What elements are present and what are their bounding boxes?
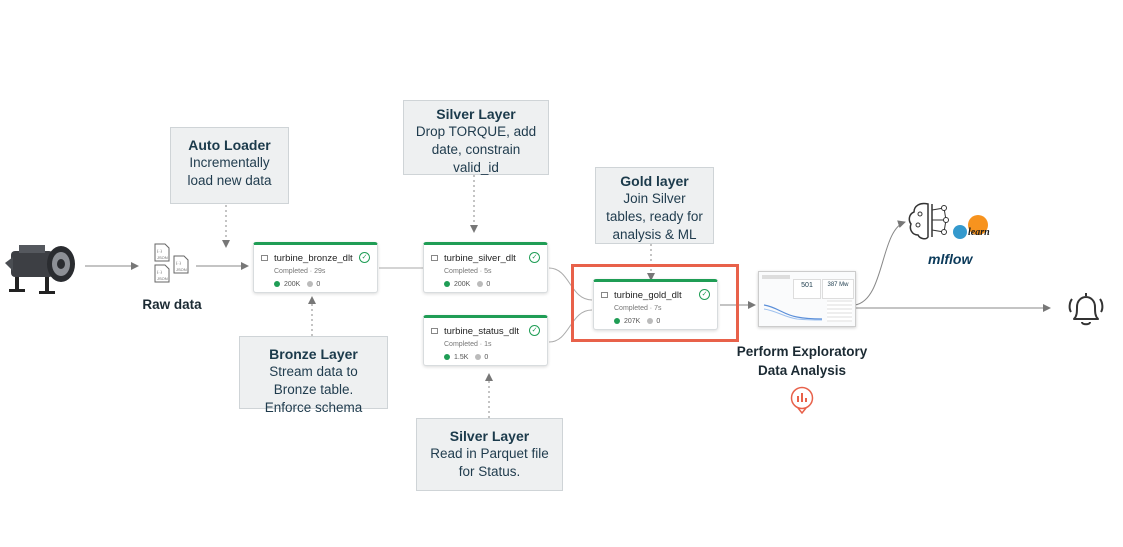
callout-body: Read in Parquet file for Status. [430, 446, 549, 479]
callout-title: Bronze Layer [269, 346, 358, 362]
check-icon: ✓ [359, 252, 370, 263]
brain-icon [908, 202, 949, 240]
raw-data-label: Raw data [142, 297, 202, 312]
table-icon [601, 292, 608, 298]
kpi-card: 387 Mw [822, 279, 854, 299]
svg-text:{..}: {..} [157, 269, 163, 274]
callout-title: Gold layer [620, 173, 689, 189]
node-metrics: 200K 0 [444, 281, 490, 288]
kpi-value: 387 Mw [827, 282, 849, 288]
bell-icon [1068, 293, 1104, 326]
chart-bubble-icon [790, 386, 814, 414]
files-icon: {..} JSON {..} JSON {..} JSON [154, 243, 189, 283]
dashboard-line-chart [763, 304, 823, 321]
node-status: Completed · 29s [274, 268, 326, 275]
table-icon [261, 255, 268, 261]
dashboard-thumbnail[interactable]: 501 387 Mw [758, 271, 856, 327]
sklearn-label: learn [968, 227, 990, 238]
rows-dropped: 0 [656, 318, 661, 325]
node-name: turbine_gold_dlt [614, 290, 682, 301]
turbine-icon [5, 245, 75, 294]
rows-written: 200K [284, 281, 301, 288]
callout-title: Auto Loader [188, 137, 271, 153]
callout-gold-layer: Gold layer Join Silver tables, ready for… [595, 167, 714, 244]
callout-auto-loader: Auto Loader Incrementally load new data [170, 127, 289, 204]
node-name: turbine_silver_dlt [444, 253, 516, 264]
svg-text:JSON: JSON [157, 276, 168, 281]
node-turbine-silver[interactable]: turbine_silver_dlt ✓ Completed · 5s 200K… [423, 242, 548, 293]
kpi-card: 501 [793, 279, 821, 299]
kpi-value: 501 [801, 282, 813, 289]
svg-text:{..}: {..} [176, 260, 182, 265]
callout-body: Join Silver tables, ready for analysis &… [606, 191, 703, 242]
eda-label: Perform Exploratory Data Analysis [736, 344, 868, 378]
node-name: turbine_bronze_dlt [274, 253, 353, 264]
table-icon [431, 255, 438, 261]
callout-bronze-layer: Bronze Layer Stream data to Bronze table… [239, 336, 388, 415]
node-status: Completed · 5s [444, 268, 492, 275]
rows-written: 207K [624, 318, 641, 325]
rows-dropped: 0 [486, 281, 491, 288]
callout-silver-layer-top: Silver Layer Drop TORQUE, add date, cons… [403, 100, 549, 175]
node-status: Completed · 1s [444, 341, 492, 348]
table-icon [431, 328, 438, 334]
node-metrics: 207K 0 [614, 318, 660, 325]
callout-body: Incrementally load new data [187, 155, 272, 188]
node-metrics: 1.5K 0 [444, 354, 488, 361]
node-turbine-status[interactable]: turbine_status_dlt ✓ Completed · 1s 1.5K… [423, 315, 548, 366]
node-turbine-gold[interactable]: turbine_gold_dlt ✓ Completed · 7s 207K 0 [593, 279, 718, 330]
rows-written: 200K [454, 281, 471, 288]
rows-dropped: 0 [316, 281, 321, 288]
callout-title: Silver Layer [436, 106, 516, 122]
check-icon: ✓ [529, 325, 540, 336]
mlflow-logo: mlflow [928, 251, 973, 267]
rows-written: 1.5K [454, 354, 469, 361]
check-icon: ✓ [699, 289, 710, 300]
svg-text:{..}: {..} [157, 248, 163, 253]
callout-silver-layer-bottom: Silver Layer Read in Parquet file for St… [416, 418, 563, 491]
callout-body: Drop TORQUE, add date, constrain valid_i… [415, 124, 537, 175]
svg-text:JSON: JSON [157, 255, 168, 260]
node-status: Completed · 7s [614, 305, 662, 312]
node-name: turbine_status_dlt [444, 326, 519, 337]
sklearn-logo-icon: learn [953, 215, 990, 239]
node-metrics: 200K 0 [274, 281, 320, 288]
callout-body: Stream data to Bronze table. Enforce sch… [264, 364, 363, 415]
node-turbine-bronze[interactable]: turbine_bronze_dlt ✓ Completed · 29s 200… [253, 242, 378, 293]
callout-title: Silver Layer [449, 428, 530, 444]
check-icon: ✓ [529, 252, 540, 263]
rows-dropped: 0 [484, 354, 489, 361]
svg-text:JSON: JSON [176, 267, 187, 272]
